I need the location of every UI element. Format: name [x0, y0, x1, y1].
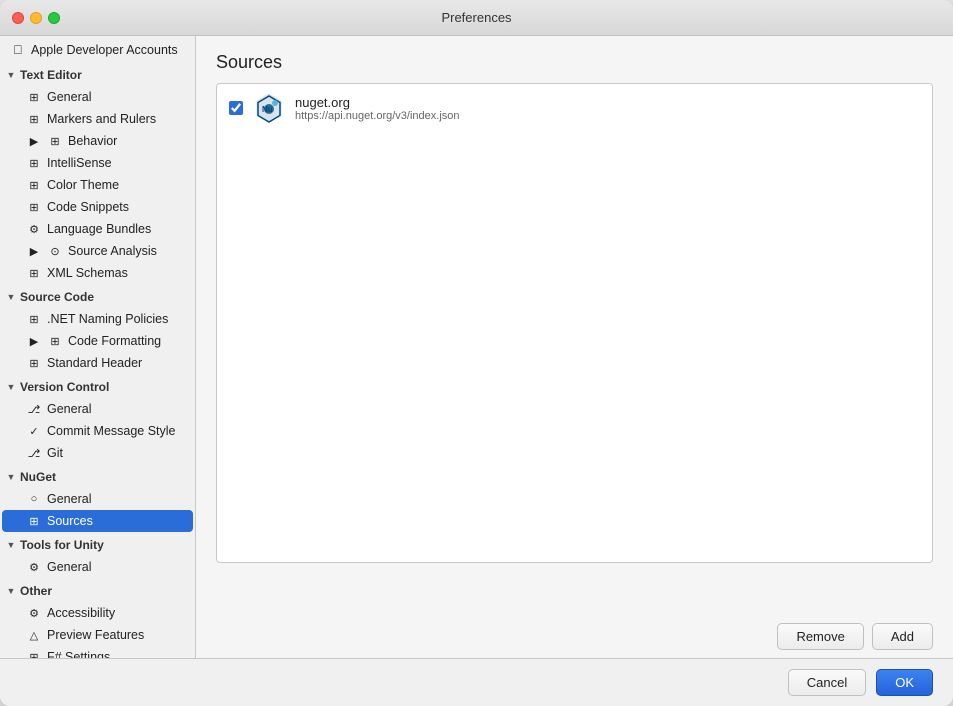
page-title: Sources: [216, 52, 933, 73]
main-header: Sources: [196, 36, 953, 83]
bottom-bar: Cancel OK: [0, 658, 953, 706]
commit-icon: ✓: [26, 423, 42, 439]
code-formatting-chevron-icon: ▶: [26, 333, 42, 349]
chevron-down-icon-2: ▼: [4, 290, 18, 304]
sidebar-item-nuget-general[interactable]: ○ General: [2, 488, 193, 510]
preferences-window: Preferences  Apple Developer Accounts ▼…: [0, 0, 953, 706]
sidebar-item-preview-features[interactable]: △ Preview Features: [2, 624, 193, 646]
section-label-version-control: Version Control: [20, 380, 109, 394]
sidebar-item-source-analysis[interactable]: ▶ ⊙ Source Analysis: [2, 240, 193, 262]
sidebar-item-code-snippets[interactable]: ⊞ Code Snippets: [2, 196, 193, 218]
markers-icon: ⊞: [26, 111, 42, 127]
code-formatting-icon: ⊞: [47, 333, 63, 349]
sources-icon: ⊞: [26, 513, 42, 529]
svg-text:Nu: Nu: [262, 105, 273, 114]
standard-header-icon: ⊞: [26, 355, 42, 371]
sidebar-item-general[interactable]: ⊞ General: [2, 86, 193, 108]
sidebar-section-tools-unity: ▼ Tools for Unity ⚙ General: [0, 534, 195, 578]
sidebar-section-header-tools-unity[interactable]: ▼ Tools for Unity: [0, 534, 195, 556]
sidebar-item-net-naming[interactable]: ⊞ .NET Naming Policies: [2, 308, 193, 330]
source-row-nuget-org: Nu nuget.org https://api.nuget.org/v3/in…: [217, 84, 932, 132]
sources-list: Nu nuget.org https://api.nuget.org/v3/in…: [216, 83, 933, 563]
sidebar-item-xml-schemas[interactable]: ⊞ XML Schemas: [2, 262, 193, 284]
color-theme-icon: ⊞: [26, 177, 42, 193]
chevron-down-icon-6: ▼: [4, 584, 18, 598]
sidebar-item-unity-general[interactable]: ⚙ General: [2, 556, 193, 578]
section-label-text-editor: Text Editor: [20, 68, 82, 82]
sidebar-section-header-other[interactable]: ▼ Other: [0, 580, 195, 602]
section-label-nuget: NuGet: [20, 470, 56, 484]
code-snippets-icon: ⊞: [26, 199, 42, 215]
sidebar-section-header-text-editor[interactable]: ▼ Text Editor: [0, 64, 195, 86]
xml-icon: ⊞: [26, 265, 42, 281]
section-label-source-code: Source Code: [20, 290, 94, 304]
sidebar-section-header-source-code[interactable]: ▼ Source Code: [0, 286, 195, 308]
sidebar-item-language-bundles[interactable]: ⚙ Language Bundles: [2, 218, 193, 240]
accessibility-icon: ⚙: [26, 605, 42, 621]
source-analysis-chevron-icon: ▶: [26, 243, 42, 259]
content-area:  Apple Developer Accounts ▼ Text Editor…: [0, 36, 953, 658]
apple-accounts-label: Apple Developer Accounts: [31, 43, 178, 57]
sidebar-section-text-editor: ▼ Text Editor ⊞ General ⊞ Markers and Ru…: [0, 64, 195, 284]
sidebar-section-header-version-control[interactable]: ▼ Version Control: [0, 376, 195, 398]
sidebar-item-accessibility[interactable]: ⚙ Accessibility: [2, 602, 193, 624]
sidebar-section-version-control: ▼ Version Control ⎇ General ✓ Commit Mes…: [0, 376, 195, 464]
sidebar-item-code-formatting[interactable]: ▶ ⊞ Code Formatting: [2, 330, 193, 352]
list-footer-buttons: Remove Add: [196, 615, 953, 658]
traffic-lights: [12, 12, 60, 24]
ok-button[interactable]: OK: [876, 669, 933, 696]
preview-features-icon: △: [26, 627, 42, 643]
git-icon: ⎇: [26, 445, 42, 461]
sidebar-item-apple-accounts[interactable]:  Apple Developer Accounts: [0, 36, 195, 64]
section-label-tools-unity: Tools for Unity: [20, 538, 104, 552]
sidebar-section-other: ▼ Other ⚙ Accessibility △ Preview Featur…: [0, 580, 195, 658]
sidebar-item-behavior[interactable]: ▶ ⊞ Behavior: [2, 130, 193, 152]
source-name: nuget.org: [295, 95, 460, 110]
sidebar-item-color-theme[interactable]: ⊞ Color Theme: [2, 174, 193, 196]
source-info-nuget-org: nuget.org https://api.nuget.org/v3/index…: [295, 95, 460, 122]
close-button[interactable]: [12, 12, 24, 24]
sidebar-item-standard-header[interactable]: ⊞ Standard Header: [2, 352, 193, 374]
nuget-general-icon: ○: [26, 491, 42, 507]
sidebar:  Apple Developer Accounts ▼ Text Editor…: [0, 36, 196, 658]
add-button[interactable]: Add: [872, 623, 933, 650]
sidebar-section-source-code: ▼ Source Code ⊞ .NET Naming Policies ▶ ⊞…: [0, 286, 195, 374]
vc-general-icon: ⎇: [26, 401, 42, 417]
behavior-chevron-icon: ▶: [26, 133, 42, 149]
section-label-other: Other: [20, 584, 52, 598]
minimize-button[interactable]: [30, 12, 42, 24]
maximize-button[interactable]: [48, 12, 60, 24]
cancel-button[interactable]: Cancel: [788, 669, 866, 696]
main-body: Nu nuget.org https://api.nuget.org/v3/in…: [196, 83, 953, 615]
chevron-down-icon-3: ▼: [4, 380, 18, 394]
nuget-org-icon: Nu: [253, 92, 285, 124]
behavior-icon: ⊞: [47, 133, 63, 149]
sidebar-item-intellisense[interactable]: ⊞ IntelliSense: [2, 152, 193, 174]
remove-button[interactable]: Remove: [777, 623, 863, 650]
sidebar-item-commit-message[interactable]: ✓ Commit Message Style: [2, 420, 193, 442]
chevron-down-icon-4: ▼: [4, 470, 18, 484]
intellisense-icon: ⊞: [26, 155, 42, 171]
source-analysis-icon: ⊙: [47, 243, 63, 259]
titlebar: Preferences: [0, 0, 953, 36]
net-naming-icon: ⊞: [26, 311, 42, 327]
sidebar-item-sources[interactable]: ⊞ Sources: [2, 510, 193, 532]
unity-general-icon: ⚙: [26, 559, 42, 575]
source-url: https://api.nuget.org/v3/index.json: [295, 110, 460, 122]
sidebar-item-markers-rulers[interactable]: ⊞ Markers and Rulers: [2, 108, 193, 130]
sidebar-section-nuget: ▼ NuGet ○ General ⊞ Sources: [0, 466, 195, 532]
window-title: Preferences: [441, 10, 511, 25]
chevron-down-icon: ▼: [4, 68, 18, 82]
sidebar-item-git[interactable]: ⎇ Git: [2, 442, 193, 464]
sidebar-item-vc-general[interactable]: ⎇ General: [2, 398, 193, 420]
sidebar-item-fsharp-settings[interactable]: ⊞ F# Settings: [2, 646, 193, 658]
chevron-down-icon-5: ▼: [4, 538, 18, 552]
language-bundles-icon: ⚙: [26, 221, 42, 237]
sidebar-section-header-nuget[interactable]: ▼ NuGet: [0, 466, 195, 488]
general-icon: ⊞: [26, 89, 42, 105]
main-panel: Sources Nu nu: [196, 36, 953, 658]
fsharp-icon: ⊞: [26, 649, 42, 658]
source-checkbox-nuget-org[interactable]: [229, 101, 243, 115]
apple-icon: : [10, 42, 26, 58]
